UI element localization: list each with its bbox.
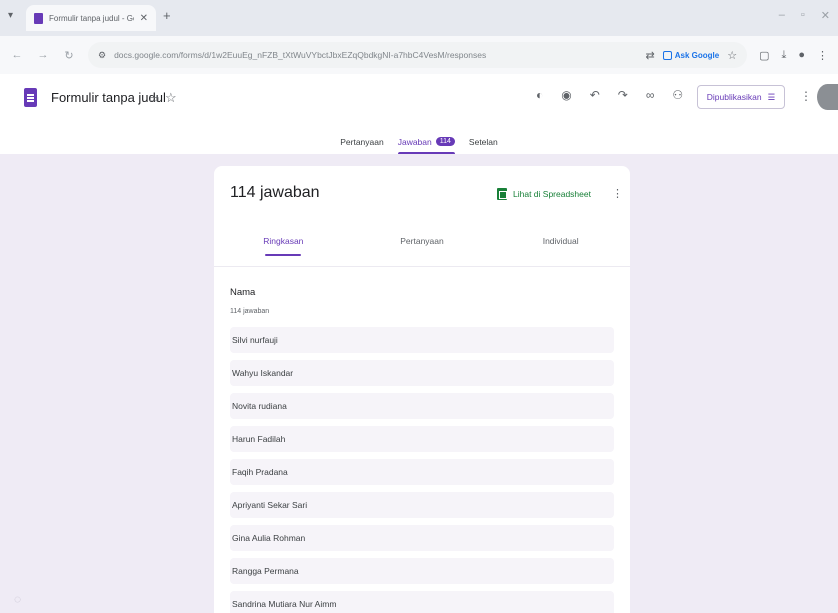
responses-summary-card: 114 jawaban Lihat di Spreadsheet ⋮ Ringk… bbox=[214, 166, 630, 266]
ask-google-label: Ask Google bbox=[674, 50, 720, 60]
subtab-individual[interactable]: Individual bbox=[491, 228, 630, 264]
window-controls: – ▫ ✕ bbox=[779, 9, 830, 22]
list-item: Wahyu Iskandar bbox=[230, 360, 614, 386]
list-item: Rangga Permana bbox=[230, 558, 614, 584]
tab-close-icon[interactable]: ✕ bbox=[140, 13, 148, 24]
bookmark-star-icon[interactable]: ☆ bbox=[727, 49, 737, 62]
star-icon[interactable]: ☆ bbox=[165, 90, 177, 106]
tab-label: Jawaban bbox=[397, 136, 432, 147]
tab-search-icon[interactable]: ▾ bbox=[8, 10, 13, 21]
list-item: Gina Aulia Rohman bbox=[230, 525, 614, 551]
preview-icon[interactable]: ◉ bbox=[561, 88, 571, 102]
browser-menu-icon[interactable]: ⋮ bbox=[817, 49, 828, 62]
minimize-icon[interactable]: – bbox=[779, 9, 785, 22]
question-response-count: 114 jawaban bbox=[230, 308, 270, 315]
download-icon[interactable]: ⤓ bbox=[781, 49, 786, 62]
browser-toolbar: ← → ↻ ⚙ docs.google.com/forms/d/1w2EuuEg… bbox=[0, 36, 838, 74]
reload-icon[interactable]: ↻ bbox=[62, 49, 76, 62]
list-item: Faqih Pradana bbox=[230, 459, 614, 485]
tab-setelan[interactable]: Setelan bbox=[469, 129, 498, 154]
tab-label: Pertanyaan bbox=[340, 136, 384, 147]
sheets-icon bbox=[497, 188, 507, 200]
list-item: Silvi nurfauji bbox=[230, 327, 614, 353]
header-actions: ◐ ◉ ↶ ↷ ∞ ⚇ bbox=[536, 88, 683, 102]
answers-list: Silvi nurfauji Wahyu Iskandar Novita rud… bbox=[230, 327, 614, 613]
move-folder-icon[interactable]: ▭ bbox=[149, 92, 159, 105]
address-bar[interactable]: ⚙ docs.google.com/forms/d/1w2EuuEg_nFZB_… bbox=[88, 42, 748, 68]
add-collaborator-icon[interactable]: ⚇ bbox=[672, 88, 683, 102]
extensions-icon[interactable]: ▢ bbox=[759, 49, 769, 62]
tab-pertanyaan[interactable]: Pertanyaan bbox=[340, 129, 383, 154]
form-tabs: Pertanyaan Jawaban 114 Setelan bbox=[0, 129, 838, 154]
subtab-pertanyaan[interactable]: Pertanyaan bbox=[353, 228, 492, 264]
publish-settings-icon: ☰ bbox=[767, 91, 776, 102]
subtab-label: Individual bbox=[542, 236, 579, 246]
undo-icon[interactable]: ↶ bbox=[590, 88, 600, 102]
subtab-label: Ringkasan bbox=[263, 236, 304, 246]
list-item: Novita rudiana bbox=[230, 393, 614, 419]
response-count-badge: 114 bbox=[435, 137, 455, 146]
browser-tab-title: Formulir tanpa judul - Google bbox=[49, 13, 134, 23]
window-close-icon[interactable]: ✕ bbox=[821, 9, 830, 22]
forms-logo-icon[interactable] bbox=[24, 88, 37, 107]
list-item: Harun Fadilah bbox=[230, 426, 614, 452]
browser-tabstrip: ▾ Formulir tanpa judul - Google ✕ + – ▫ … bbox=[0, 0, 838, 36]
subtab-ringkasan[interactable]: Ringkasan bbox=[214, 228, 353, 264]
responses-more-icon[interactable]: ⋮ bbox=[612, 187, 623, 200]
question-title: Nama bbox=[230, 287, 256, 298]
profile-icon[interactable]: ● bbox=[798, 49, 805, 61]
avatar[interactable] bbox=[817, 84, 838, 110]
browser-tab[interactable]: Formulir tanpa judul - Google ✕ bbox=[26, 5, 156, 31]
question-answers-card: Nama 114 jawaban Silvi nurfauji Wahyu Is… bbox=[214, 266, 630, 613]
publish-button[interactable]: Dipublikasikan ☰ bbox=[697, 85, 785, 109]
sheets-link-label: Lihat di Spreadsheet bbox=[513, 189, 591, 199]
publish-label: Dipublikasikan bbox=[706, 92, 762, 102]
restore-icon[interactable]: ▫ bbox=[801, 9, 805, 22]
more-options-icon[interactable]: ⋮ bbox=[800, 89, 812, 103]
site-info-icon[interactable]: ⚙ bbox=[98, 50, 106, 61]
new-tab-icon[interactable]: + bbox=[163, 8, 171, 23]
subtab-label: Pertanyaan bbox=[400, 236, 444, 246]
forms-favicon-icon bbox=[34, 12, 43, 24]
tab-label: Setelan bbox=[468, 136, 498, 147]
redo-icon[interactable]: ↷ bbox=[618, 88, 628, 102]
url-text: docs.google.com/forms/d/1w2EuuEg_nFZB_tX… bbox=[114, 50, 487, 60]
responses-subtabs: Ringkasan Pertanyaan Individual bbox=[214, 228, 630, 264]
lens-icon bbox=[662, 50, 672, 60]
list-item: Apriyanti Sekar Sari bbox=[230, 492, 614, 518]
responses-count-title: 114 jawaban bbox=[230, 184, 320, 201]
translate-icon[interactable]: ⇄ bbox=[646, 49, 655, 62]
help-icon[interactable]: ◌ bbox=[14, 592, 21, 606]
list-item: Sandrina Mutiara Nur Aimm bbox=[230, 591, 614, 613]
copy-link-icon[interactable]: ∞ bbox=[646, 88, 655, 102]
customize-theme-icon[interactable]: ◐ bbox=[536, 88, 543, 102]
back-icon[interactable]: ← bbox=[10, 49, 24, 61]
tab-jawaban[interactable]: Jawaban 114 bbox=[397, 129, 456, 154]
ask-google-button[interactable]: Ask Google bbox=[662, 50, 720, 60]
forward-icon[interactable]: → bbox=[36, 49, 50, 61]
view-in-sheets-link[interactable]: Lihat di Spreadsheet bbox=[497, 188, 591, 200]
